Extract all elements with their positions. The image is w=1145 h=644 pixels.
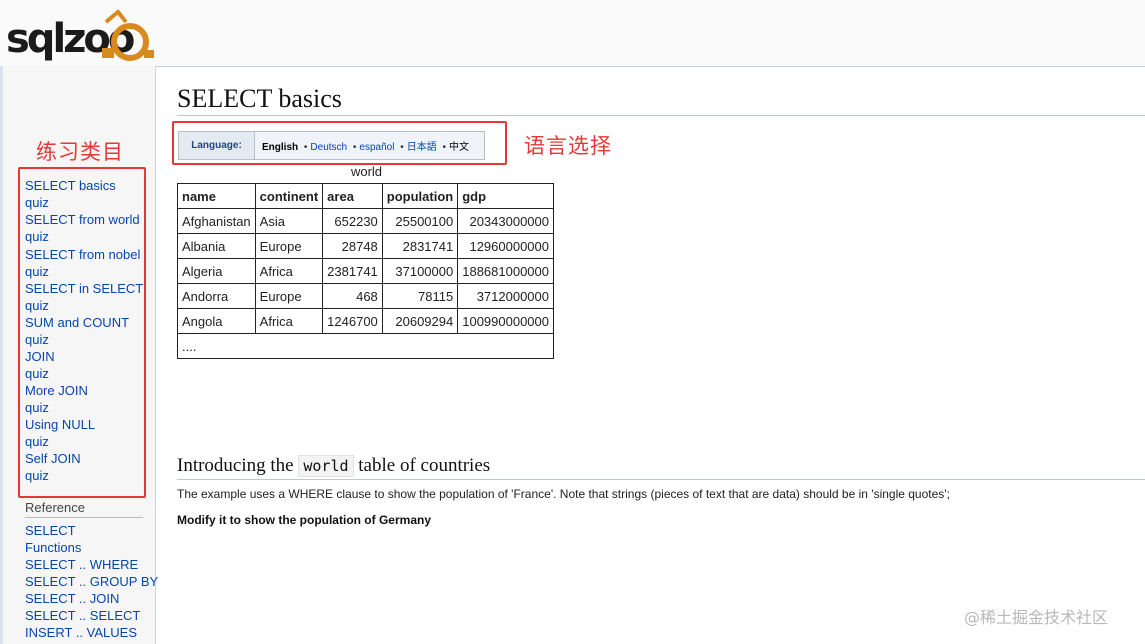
sidebar-item-quiz[interactable]: quiz [25, 433, 49, 450]
table-header-row: name continent area population gdp [177, 183, 554, 209]
sidebar-item-quiz[interactable]: quiz [25, 399, 49, 416]
table-cell: 20609294 [381, 308, 459, 334]
site-header: sqlzoo [0, 0, 1145, 67]
section-heading-code: world [298, 455, 354, 477]
sidebar-item-quiz[interactable]: quiz [25, 331, 49, 348]
section-heading: Introducing the world table of countries [177, 455, 490, 477]
table-cell: 2831741 [381, 233, 459, 259]
table-row: Albania Europe 28748 2831741 12960000000 [177, 233, 554, 259]
table-cell: 468 [322, 283, 383, 309]
table-cell: Africa [254, 258, 324, 284]
language-option-deutsch[interactable]: Deutsch [310, 142, 347, 153]
language-annotation: 语言选择 [524, 134, 612, 158]
column-header: population [381, 183, 459, 209]
reference-item-insert-values[interactable]: INSERT .. VALUES [25, 624, 137, 641]
table-cell: 1246700 [322, 308, 383, 334]
table-row: Andorra Europe 468 78115 3712000000 [177, 283, 554, 309]
table-row-more: .... [177, 333, 554, 359]
language-list: English • Deutsch • español • 日本語 • 中文 [262, 138, 469, 153]
title-divider [177, 115, 1145, 116]
table-cell: 188681000000 [457, 258, 554, 284]
reference-item-select-group-by[interactable]: SELECT .. GROUP BY [25, 573, 158, 590]
table-cell: Europe [254, 233, 324, 259]
table-cell: 652230 [322, 208, 383, 234]
language-current: English [262, 142, 299, 153]
table-cell: 37100000 [381, 258, 459, 284]
sqlzoo-logo[interactable]: sqlzoo [6, 8, 156, 64]
reference-item-select-join[interactable]: SELECT .. JOIN [25, 590, 119, 607]
sidebar-item-more-join[interactable]: More JOIN [25, 382, 88, 399]
table-cell: Europe [254, 283, 324, 309]
sidebar-edge [0, 66, 3, 644]
watermark: @稀土掘金技术社区 [964, 608, 1109, 627]
sidebar-item-select-basics[interactable]: SELECT basics [25, 177, 116, 194]
reference-item-functions[interactable]: Functions [25, 539, 81, 556]
language-separator: • [400, 142, 404, 153]
language-selector: Language: English • Deutsch • español • 日本語… [178, 131, 485, 160]
language-separator: • [442, 142, 447, 153]
section-paragraph: The example uses a WHERE clause to show … [177, 487, 950, 501]
language-option-japanese[interactable]: 日本語 [407, 142, 437, 153]
table-cell: 25500100 [381, 208, 459, 234]
column-header: area [322, 183, 383, 209]
world-table: name continent area population gdp Afgha… [177, 183, 554, 359]
language-separator: • [303, 142, 308, 153]
table-cell: Andorra [177, 283, 256, 309]
sidebar-item-self-join[interactable]: Self JOIN [25, 450, 81, 467]
reference-item-select-select[interactable]: SELECT .. SELECT [25, 607, 140, 624]
table-cell: 78115 [381, 283, 459, 309]
sidebar-item-select-from-world[interactable]: SELECT from world [25, 211, 140, 228]
language-label: Language: [179, 132, 255, 159]
reference-item-select-where[interactable]: SELECT .. WHERE [25, 556, 138, 573]
sidebar-item-quiz[interactable]: quiz [25, 297, 49, 314]
table-cell: 3712000000 [457, 283, 554, 309]
table-cell: Africa [254, 308, 324, 334]
table-cell: Algeria [177, 258, 256, 284]
page-title: SELECT basics [177, 84, 342, 113]
table-row: Afghanistan Asia 652230 25500100 2034300… [177, 208, 554, 234]
sidebar-item-select-from-nobel[interactable]: SELECT from nobel [25, 246, 140, 263]
table-cell: 20343000000 [457, 208, 554, 234]
language-option-espanol[interactable]: español [359, 142, 394, 153]
section-divider [177, 479, 1145, 480]
table-cell: 12960000000 [457, 233, 554, 259]
reference-divider [25, 517, 143, 518]
sidebar-item-quiz[interactable]: quiz [25, 194, 49, 211]
sidebar-item-quiz[interactable]: quiz [25, 365, 49, 382]
table-caption: world [350, 164, 383, 179]
sidebar-item-quiz[interactable]: quiz [25, 467, 49, 484]
table-cell: Asia [254, 208, 324, 234]
table-cell: 2381741 [322, 258, 383, 284]
table-cell: 100990000000 [457, 308, 554, 334]
sidebar-item-quiz[interactable]: quiz [25, 263, 49, 280]
task-instruction: Modify it to show the population of Germ… [177, 513, 431, 527]
sidebar-item-quiz[interactable]: quiz [25, 228, 49, 245]
sidebar-item-select-in-select[interactable]: SELECT in SELECT [25, 280, 143, 297]
table-row: Algeria Africa 2381741 37100000 18868100… [177, 258, 554, 284]
table-row: Angola Africa 1246700 20609294 100990000… [177, 308, 554, 334]
section-heading-post: table of countries [353, 455, 491, 476]
table-more-indicator: .... [177, 333, 554, 359]
table-cell: Angola [177, 308, 256, 334]
sidebar-item-sum-and-count[interactable]: SUM and COUNT [25, 314, 129, 331]
language-separator: • [352, 142, 357, 153]
language-option-chinese[interactable]: 中文 [449, 142, 469, 153]
sidebar-annotation: 练习类目 [36, 140, 124, 164]
table-cell: Albania [177, 233, 256, 259]
sidebar-item-using-null[interactable]: Using NULL [25, 416, 95, 433]
section-heading-pre: Introducing the [177, 455, 299, 476]
sidebar-item-join[interactable]: JOIN [25, 348, 55, 365]
table-cell: Afghanistan [177, 208, 256, 234]
reference-item-select[interactable]: SELECT [25, 522, 76, 539]
table-cell: 28748 [322, 233, 383, 259]
column-header: gdp [457, 183, 554, 209]
reference-heading: Reference [25, 500, 85, 515]
column-header: continent [254, 183, 324, 209]
column-header: name [177, 183, 256, 209]
